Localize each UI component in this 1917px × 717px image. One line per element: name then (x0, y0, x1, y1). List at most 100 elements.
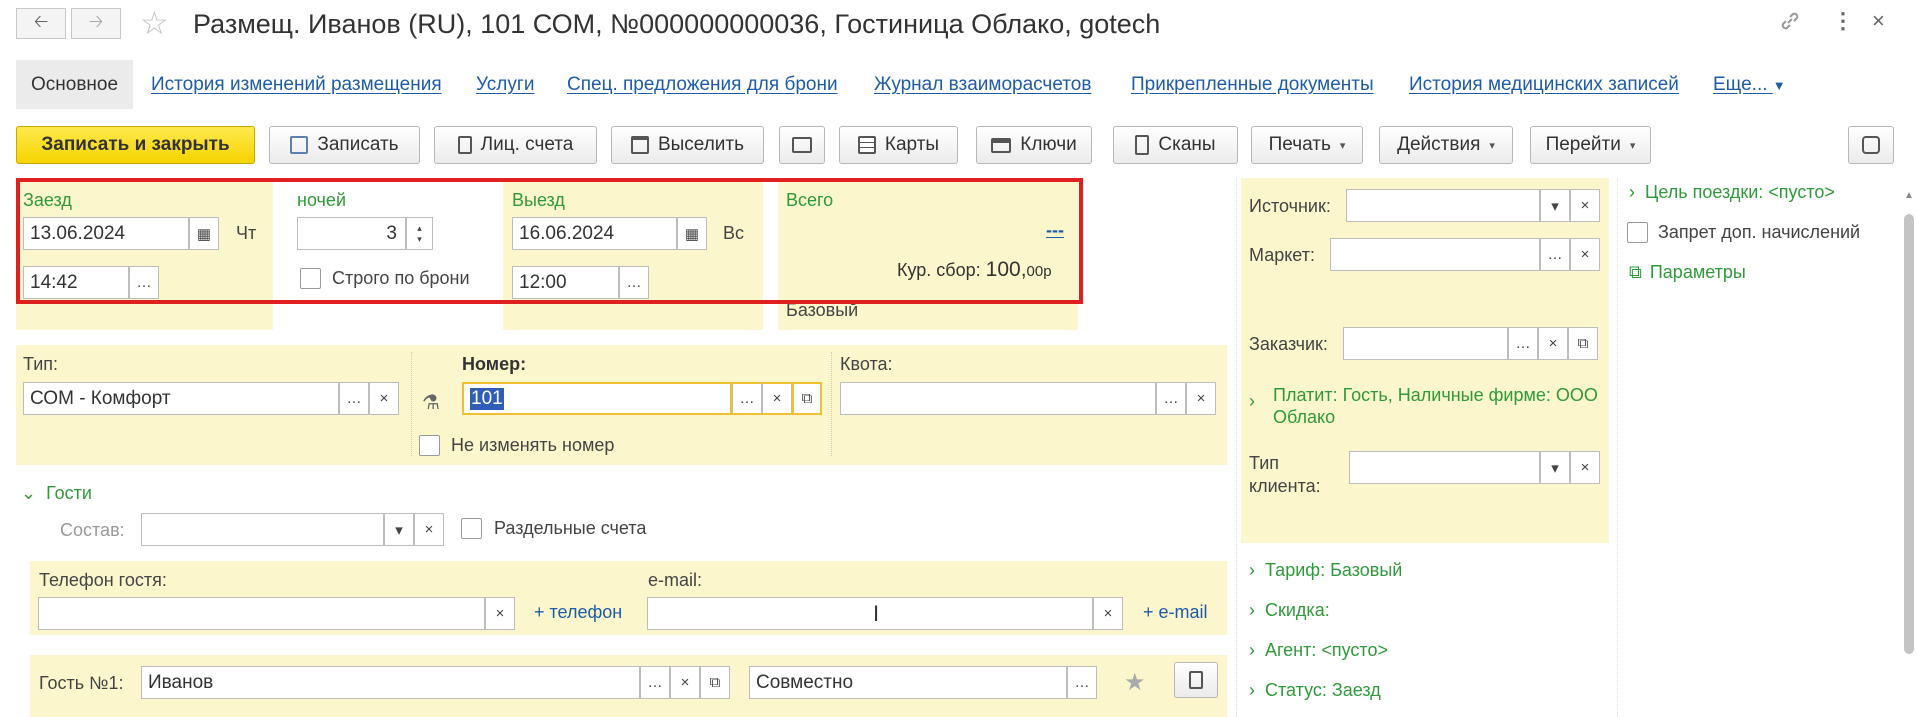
guests-section-toggle[interactable]: ⌄ Гости (21, 483, 92, 504)
guest-card-button[interactable] (1174, 662, 1218, 698)
room-number-open-button[interactable]: ⧉ (792, 382, 822, 415)
guest1-select-button[interactable]: … (640, 666, 670, 699)
payer-expander[interactable]: › Платит: Гость, Наличные фирме: ООО Обл… (1249, 384, 1599, 428)
quota-clear-button[interactable]: × (1186, 382, 1216, 415)
star-icon[interactable]: ★ (1124, 668, 1146, 697)
chevron-right-icon: › (1249, 600, 1255, 620)
actions-button[interactable]: Действия ▾ (1379, 126, 1513, 164)
source-dropdown-button[interactable]: ▾ (1540, 189, 1570, 222)
tab-history[interactable]: История изменений размещения (151, 60, 442, 109)
customer-clear-button[interactable]: × (1538, 327, 1568, 360)
nights-input[interactable]: 3 (297, 217, 406, 250)
tab-main[interactable]: Основное (16, 60, 134, 109)
clear-icon: × (1580, 459, 1590, 476)
discount-expander[interactable]: › Скидка: (1249, 600, 1330, 621)
room-type-field[interactable]: СОМ - Комфорт (23, 382, 339, 415)
tariff-expander[interactable]: › Тариф: Базовый (1249, 560, 1402, 581)
checkin-time-select-button[interactable]: … (129, 266, 159, 299)
room-type-clear-button[interactable]: × (369, 382, 399, 415)
checkout-time-select-button[interactable]: … (619, 266, 649, 299)
phone-field[interactable] (38, 597, 485, 630)
keys-label: Ключи (1020, 134, 1077, 155)
scans-button[interactable]: Сканы (1113, 126, 1238, 164)
more-vertical-icon[interactable]: ⋮ (1832, 8, 1854, 34)
checkout-time-field[interactable]: 12:00 (512, 266, 619, 299)
spray-bottle-icon[interactable]: ⚗ (422, 390, 440, 415)
agent-expander[interactable]: › Агент: <пусто> (1249, 640, 1388, 661)
settings-button[interactable] (1848, 126, 1894, 164)
client-type-clear-button[interactable]: × (1570, 451, 1600, 484)
composition-dropdown-button[interactable]: ▾ (384, 513, 414, 546)
guest1-clear-button[interactable]: × (670, 666, 700, 699)
scrollbar-thumb[interactable] (1904, 214, 1914, 654)
clear-icon: × (424, 521, 434, 538)
tab-services[interactable]: Услуги (476, 60, 534, 109)
checkout-button[interactable]: Выселить (611, 126, 764, 164)
email-clear-button[interactable]: × (1093, 597, 1123, 630)
phone-clear-button[interactable]: × (485, 597, 515, 630)
source-field[interactable] (1346, 189, 1540, 222)
trip-goal-expander[interactable]: › Цель поездки: <пусто> (1629, 182, 1835, 203)
no-extra-charges-checkbox[interactable] (1627, 222, 1648, 243)
keys-button[interactable]: Ключи (976, 126, 1092, 164)
star-icon[interactable]: ☆ (140, 4, 169, 42)
guest1-mode-select-button[interactable]: … (1067, 666, 1097, 699)
calendar-picker-button[interactable]: ▦ (189, 217, 219, 250)
customer-field[interactable] (1343, 327, 1508, 360)
customer-select-button[interactable]: … (1508, 327, 1538, 360)
add-email-link[interactable]: + e-mail (1143, 602, 1208, 623)
quota-field[interactable] (840, 382, 1156, 415)
room-type-select-button[interactable]: … (339, 382, 369, 415)
client-type-field[interactable] (1349, 451, 1540, 484)
parameters-link[interactable]: ⧉ Параметры (1629, 262, 1746, 283)
checkout-date-field[interactable]: 16.06.2024 (512, 217, 677, 250)
goto-button[interactable]: Перейти ▾ (1530, 126, 1651, 164)
keep-number-checkbox[interactable] (419, 435, 440, 456)
guest1-name-field[interactable]: Иванов (141, 666, 640, 699)
source-clear-button[interactable]: × (1570, 189, 1600, 222)
save-close-button[interactable]: Записать и закрыть (16, 126, 255, 164)
room-number-select-button[interactable]: … (732, 382, 762, 415)
composition-field[interactable] (141, 513, 384, 546)
market-clear-button[interactable]: × (1570, 238, 1600, 271)
quota-select-button[interactable]: … (1156, 382, 1186, 415)
guest1-mode-field[interactable]: Совместно (749, 666, 1067, 699)
checkin-date-field[interactable]: 13.06.2024 (23, 217, 189, 250)
tab-medical-history[interactable]: История медицинских записей (1409, 60, 1679, 109)
window-title: Размещ. Иванов (RU), 101 СОМ, №000000000… (193, 9, 1161, 39)
scroll-up-arrow[interactable]: ▲ (1904, 190, 1914, 201)
market-select-button[interactable]: … (1540, 238, 1570, 271)
room-number-clear-button[interactable]: × (762, 382, 792, 415)
nights-stepper[interactable]: ▴ ▾ (406, 217, 433, 250)
link-icon[interactable] (1779, 10, 1801, 32)
checkin-time-field[interactable]: 14:42 (23, 266, 129, 299)
strict-booking-checkbox[interactable] (300, 268, 321, 289)
cards-button[interactable]: Карты (839, 126, 958, 164)
print-button[interactable]: Печать ▾ (1251, 126, 1363, 164)
status-expander[interactable]: › Статус: Заезд (1249, 680, 1381, 701)
add-phone-link[interactable]: + телефон (534, 602, 622, 623)
wallet-button[interactable] (779, 126, 825, 164)
customer-open-button[interactable]: ⧉ (1568, 327, 1598, 360)
composition-clear-button[interactable]: × (414, 513, 444, 546)
tab-more[interactable]: Еще... ▼ (1713, 60, 1786, 109)
close-icon[interactable]: × (1872, 8, 1885, 34)
calendar-picker-button[interactable]: ▦ (677, 217, 707, 250)
back-button[interactable]: 🡠 (16, 8, 66, 39)
accounts-button[interactable]: Лиц. счета (434, 126, 597, 164)
market-field[interactable] (1330, 238, 1540, 271)
tab-special-offers[interactable]: Спец. предложения для брони (567, 60, 838, 109)
room-number-field[interactable]: 101 (462, 382, 732, 415)
forward-button[interactable]: 🡢 (71, 8, 121, 39)
save-button[interactable]: Записать (269, 126, 420, 164)
guest1-open-button[interactable]: ⧉ (700, 666, 730, 699)
client-type-dropdown-button[interactable]: ▾ (1540, 451, 1570, 484)
chevron-right-icon: › (1249, 391, 1255, 411)
chevron-right-icon: › (1249, 640, 1255, 660)
tab-attached-docs[interactable]: Прикрепленные документы (1131, 60, 1374, 109)
tab-settlements[interactable]: Журнал взаиморасчетов (874, 60, 1091, 109)
email-field[interactable] (647, 597, 1093, 630)
separate-accounts-checkbox[interactable] (461, 518, 482, 539)
total-amount-link[interactable]: --- (1046, 220, 1064, 241)
clear-icon: × (680, 674, 690, 691)
